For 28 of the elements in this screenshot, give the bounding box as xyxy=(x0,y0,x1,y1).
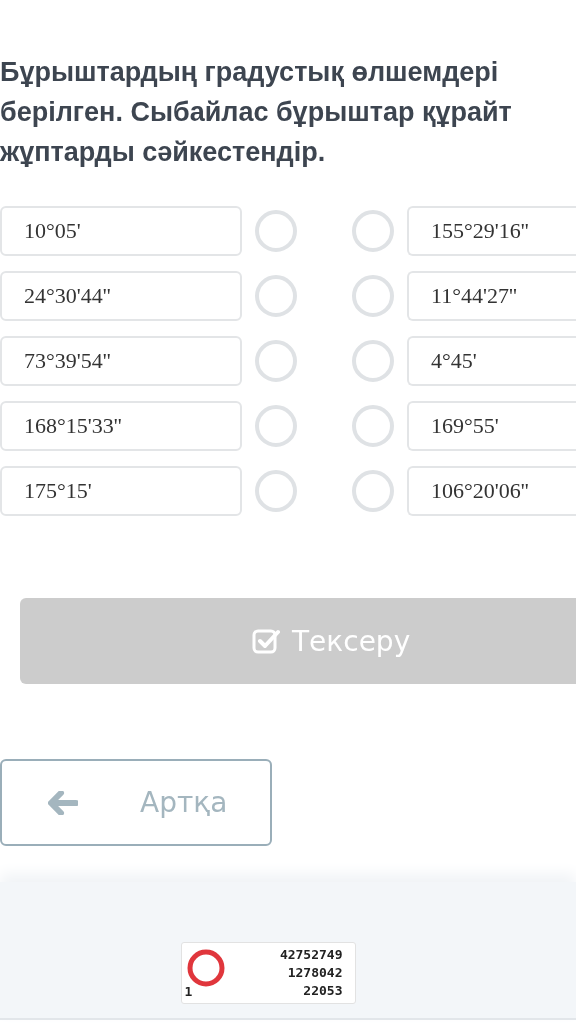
match-dot[interactable] xyxy=(352,340,394,382)
match-dot[interactable] xyxy=(255,405,297,447)
answer-option[interactable]: 155°29'16'' xyxy=(407,206,576,256)
answer-option[interactable]: 169°55' xyxy=(407,401,576,451)
answer-option[interactable]: 73°39'54'' xyxy=(0,336,242,386)
answer-option[interactable]: 11°44'27'' xyxy=(407,271,576,321)
counter-number: 22053 xyxy=(303,982,343,1000)
match-dot[interactable] xyxy=(352,470,394,512)
question-text: Бұрыштардың градустық өлшемдері берілген. Сыбайлас бұрыштар құрайт жұптарды сәйкестендір. xyxy=(0,56,512,169)
answer-option[interactable]: 106°20'06'' xyxy=(407,466,576,516)
match-dot[interactable] xyxy=(255,210,297,252)
match-dot[interactable] xyxy=(352,275,394,317)
answer-option[interactable]: 168°15'33'' xyxy=(0,401,242,451)
match-dot[interactable] xyxy=(255,340,297,382)
counter-number: 1278042 xyxy=(287,964,343,982)
match-dot[interactable] xyxy=(352,210,394,252)
answer-option[interactable]: 24°30'44'' xyxy=(0,271,242,321)
checkbox-icon xyxy=(252,628,280,654)
arrow-left-icon xyxy=(48,790,78,815)
match-dot[interactable] xyxy=(352,405,394,447)
match-dot[interactable] xyxy=(255,470,297,512)
answer-option[interactable]: 10°05' xyxy=(0,206,242,256)
answer-option[interactable]: 4°45' xyxy=(407,336,576,386)
match-dot[interactable] xyxy=(255,275,297,317)
counter-number: 42752749 xyxy=(279,946,343,964)
answer-option[interactable]: 175°15' xyxy=(0,466,242,516)
circle-icon xyxy=(185,948,226,988)
counter-index: 1 xyxy=(184,983,193,1001)
